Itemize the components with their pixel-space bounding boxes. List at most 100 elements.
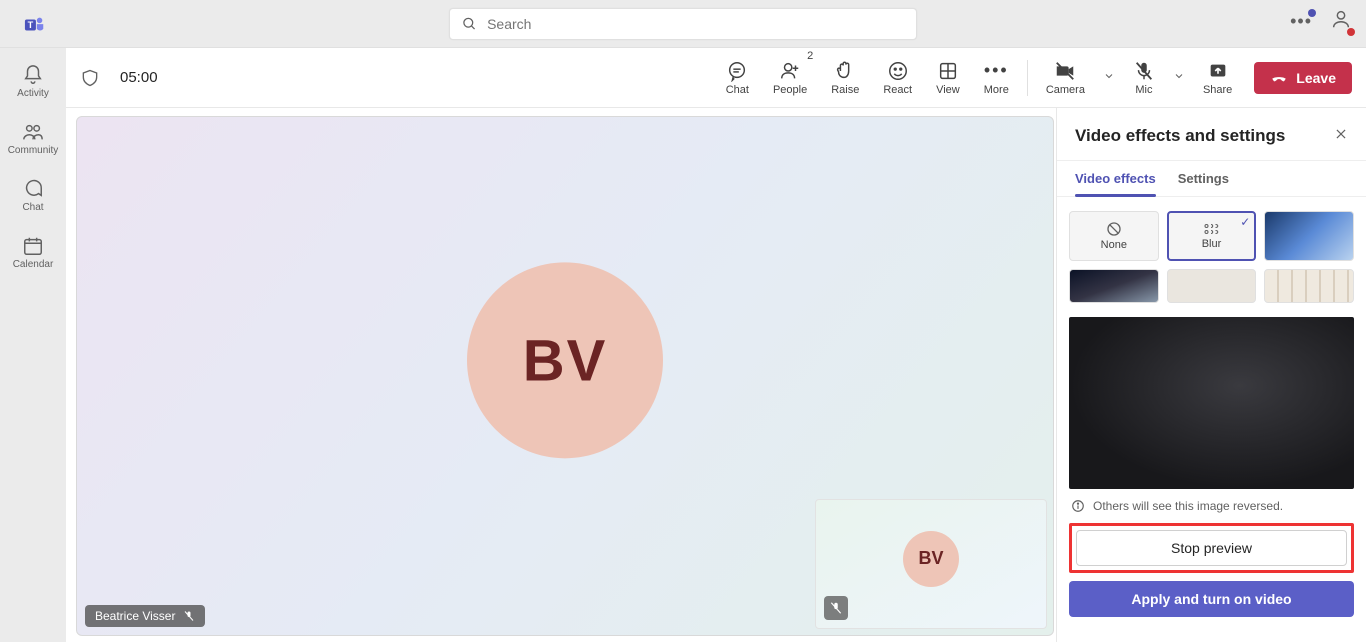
tab-label: Video effects xyxy=(1075,171,1156,186)
toolbar-react[interactable]: React xyxy=(871,48,924,107)
toolbar-label: Share xyxy=(1203,84,1232,96)
hangup-icon xyxy=(1270,69,1288,87)
self-initials: BV xyxy=(918,548,943,569)
effect-background-1[interactable] xyxy=(1264,211,1354,261)
mic-off-icon xyxy=(1133,60,1155,82)
stop-preview-button[interactable]: Stop preview xyxy=(1076,530,1347,566)
avatar-initials: BV xyxy=(523,327,608,394)
calendar-icon xyxy=(22,235,44,257)
search-input[interactable] xyxy=(487,16,904,32)
search-icon xyxy=(462,16,477,32)
toolbar-share[interactable]: Share xyxy=(1191,48,1244,107)
effect-label: None xyxy=(1101,239,1127,251)
toolbar-chat[interactable]: Chat xyxy=(714,48,761,107)
toolbar-raise[interactable]: Raise xyxy=(819,48,871,107)
people-icon xyxy=(22,121,44,143)
effect-preview xyxy=(1069,317,1354,489)
toolbar-label: View xyxy=(936,84,960,96)
camera-off-icon xyxy=(1053,60,1077,82)
blur-icon xyxy=(1202,222,1220,236)
rail-activity[interactable]: Activity xyxy=(0,60,66,103)
chevron-down-icon xyxy=(1103,70,1115,82)
separator xyxy=(1027,60,1028,96)
toolbar-label: Camera xyxy=(1046,84,1085,96)
leave-label: Leave xyxy=(1296,70,1336,86)
self-avatar: BV xyxy=(903,531,959,587)
tab-settings[interactable]: Settings xyxy=(1178,171,1229,196)
meeting-toolbar: 05:00 Chat People 2 Raise React Vi xyxy=(66,48,1366,108)
participant-name: Beatrice Visser xyxy=(95,609,175,623)
leave-button[interactable]: Leave xyxy=(1254,62,1352,94)
participant-avatar: BV xyxy=(467,262,663,458)
button-label: Stop preview xyxy=(1171,540,1252,556)
check-icon: ✓ xyxy=(1240,215,1250,229)
rail-chat[interactable]: Chat xyxy=(0,174,66,217)
effect-background-2[interactable] xyxy=(1069,269,1159,303)
highlight-box: Stop preview xyxy=(1069,523,1354,573)
toolbar-view[interactable]: View xyxy=(924,48,972,107)
self-mic-status xyxy=(824,596,848,620)
app-rail: Activity Community Chat Calendar xyxy=(0,48,66,642)
top-bar: T ••• xyxy=(0,0,1366,48)
effect-none[interactable]: None xyxy=(1069,211,1159,261)
rail-label: Calendar xyxy=(13,259,54,270)
people-count: 2 xyxy=(807,50,813,62)
person-icon xyxy=(1330,8,1352,30)
toolbar-more[interactable]: ••• More xyxy=(972,48,1021,107)
svg-text:T: T xyxy=(28,20,34,30)
panel-title: Video effects and settings xyxy=(1075,126,1285,146)
video-effects-panel: Video effects and settings Video effects… xyxy=(1056,108,1366,642)
button-label: Apply and turn on video xyxy=(1131,591,1291,607)
rail-calendar[interactable]: Calendar xyxy=(0,231,66,274)
rail-label: Chat xyxy=(22,202,43,213)
info-icon xyxy=(1071,499,1085,513)
person-add-icon xyxy=(779,60,801,82)
toolbar-people[interactable]: People 2 xyxy=(761,48,819,107)
toolbar-label: More xyxy=(984,84,1009,96)
toolbar-mic[interactable]: Mic xyxy=(1121,60,1167,96)
camera-menu-chevron[interactable] xyxy=(1097,69,1121,87)
chat-icon xyxy=(22,178,44,200)
none-icon xyxy=(1106,221,1122,237)
profile-button[interactable] xyxy=(1330,8,1352,35)
toolbar-label: Mic xyxy=(1135,84,1152,96)
search-box[interactable] xyxy=(449,8,917,40)
chevron-down-icon xyxy=(1173,70,1185,82)
mic-menu-chevron[interactable] xyxy=(1167,69,1191,87)
rail-label: Community xyxy=(8,145,59,156)
chat-bubble-icon xyxy=(726,60,748,82)
video-stage: BV Beatrice Visser BV xyxy=(76,116,1054,636)
effect-label: Blur xyxy=(1202,238,1222,250)
tab-video-effects[interactable]: Video effects xyxy=(1075,171,1156,196)
toolbar-label: React xyxy=(883,84,912,96)
emoji-icon xyxy=(887,60,909,82)
effects-grid: None ✓ Blur xyxy=(1057,197,1366,317)
effect-blur[interactable]: ✓ Blur xyxy=(1167,211,1257,261)
close-icon xyxy=(1334,127,1348,141)
toolbar-label: People xyxy=(773,84,807,96)
tab-label: Settings xyxy=(1178,171,1229,186)
info-text: Others will see this image reversed. xyxy=(1093,499,1283,513)
effect-background-3[interactable] xyxy=(1167,269,1257,303)
effect-background-4[interactable] xyxy=(1264,269,1354,303)
meeting-region: 05:00 Chat People 2 Raise React Vi xyxy=(66,48,1366,642)
ellipsis-icon: ••• xyxy=(984,60,1009,82)
mic-muted-icon xyxy=(829,601,843,615)
apply-button[interactable]: Apply and turn on video xyxy=(1069,581,1354,617)
close-panel-button[interactable] xyxy=(1334,127,1348,146)
rail-community[interactable]: Community xyxy=(0,117,66,160)
toolbar-label: Chat xyxy=(726,84,749,96)
rail-label: Activity xyxy=(17,88,49,99)
more-options-icon[interactable]: ••• xyxy=(1290,11,1312,32)
bell-icon xyxy=(22,64,44,86)
share-screen-icon xyxy=(1207,60,1229,82)
toolbar-camera[interactable]: Camera xyxy=(1034,60,1097,96)
status-dot xyxy=(1347,28,1355,36)
teams-logo-icon: T xyxy=(24,14,46,41)
shield-icon[interactable] xyxy=(80,68,100,88)
hand-icon xyxy=(834,60,856,82)
self-video-tile[interactable]: BV xyxy=(815,499,1047,629)
meeting-timer: 05:00 xyxy=(120,69,158,86)
participant-name-pill: Beatrice Visser xyxy=(85,605,205,627)
preview-info: Others will see this image reversed. xyxy=(1057,489,1366,523)
